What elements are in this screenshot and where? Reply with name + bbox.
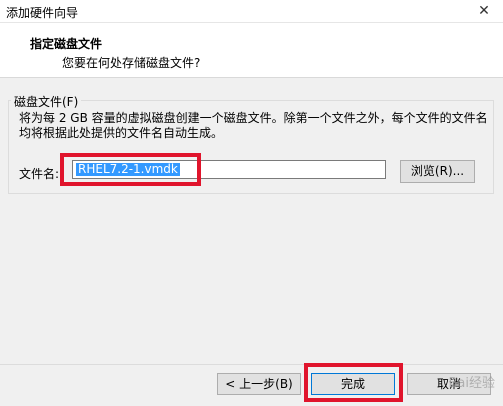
page-subtitle: 您要在何处存储磁盘文件? — [62, 56, 201, 70]
back-button[interactable]: < 上一步(B) — [217, 373, 301, 395]
file-name-input[interactable]: RHEL7.2-1.vmdk — [72, 160, 386, 179]
groupbox-label: 磁盘文件(F) — [11, 93, 82, 110]
watermark: Bai经验 — [448, 376, 496, 391]
page-title: 指定磁盘文件 — [30, 37, 103, 51]
wizard-footer: < 上一步(B) 完成 取消 — [0, 364, 503, 406]
description-text: 将为每 2 GB 容量的虚拟磁盘创建一个磁盘文件。除第一个文件之外，每个文件的文… — [19, 111, 488, 140]
close-icon[interactable]: ✕ — [471, 2, 497, 20]
finish-button[interactable]: 完成 — [311, 373, 395, 395]
wizard-content: 磁盘文件(F) 将为每 2 GB 容量的虚拟磁盘创建一个磁盘文件。除第一个文件之… — [0, 78, 503, 364]
file-name-label: 文件名: — [19, 167, 60, 181]
browse-button[interactable]: 浏览(R)... — [400, 160, 475, 183]
window-title: 添加硬件向导 — [6, 6, 79, 20]
wizard-header: 指定磁盘文件 您要在何处存储磁盘文件? — [0, 23, 503, 78]
window-titlebar: 添加硬件向导 ✕ — [0, 0, 503, 23]
file-name-value: RHEL7.2-1.vmdk — [76, 162, 180, 176]
